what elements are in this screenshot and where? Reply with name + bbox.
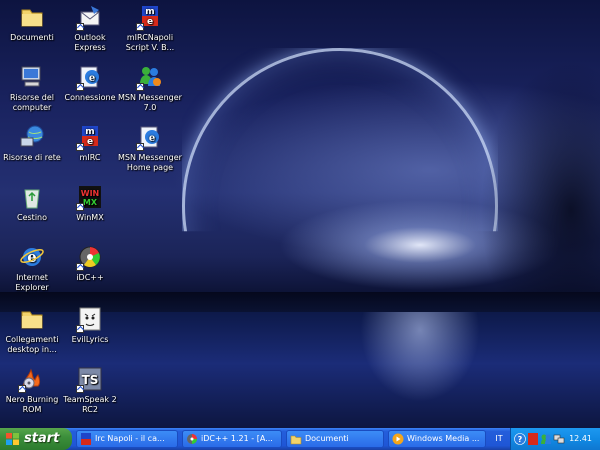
msn-messenger-icon — [136, 64, 163, 91]
shortcut-arrow-icon — [136, 23, 144, 31]
internet-explorer-icon: e — [19, 244, 45, 270]
svg-text:?: ? — [518, 435, 523, 444]
language-indicator[interactable]: IT — [490, 428, 508, 450]
desktop-icon-documenti[interactable]: Documenti — [0, 4, 64, 43]
desktop-icon-collegamenti[interactable]: Collegamenti desktop in... — [0, 306, 64, 355]
idcpp-icon — [187, 434, 197, 444]
shortcut-arrow-icon — [76, 83, 84, 91]
desktop-icon-connessione[interactable]: e Connessione — [58, 64, 122, 103]
taskbar-item-label: Windows Media ... — [407, 434, 480, 443]
connection-icon: e — [76, 64, 103, 91]
recycle-bin-icon — [19, 184, 45, 210]
wallpaper-reflection — [360, 312, 480, 402]
folder-icon — [19, 4, 45, 30]
msn-homepage-icon: e — [136, 124, 163, 151]
svg-text:e: e — [147, 17, 153, 27]
icon-label: Connessione — [64, 93, 116, 102]
icon-label: Risorse del computer — [10, 93, 54, 112]
windows-logo-icon — [6, 433, 19, 445]
desktop-icon-nero[interactable]: Nero Burning ROM — [0, 366, 64, 415]
desktop-icon-risorse-computer[interactable]: Risorse del computer — [0, 64, 64, 113]
icon-label: MSN Messenger 7.0 — [118, 93, 182, 112]
folder-icon — [19, 306, 45, 332]
icon-label: iDC++ — [76, 273, 104, 282]
taskbar-item-label: iDC++ 1.21 - [A... — [201, 434, 273, 443]
start-label: start — [24, 431, 60, 446]
desktop-icon-idcpp[interactable]: iDC++ — [58, 244, 122, 283]
taskbar-item-label: Irc Napoli - il ca... — [95, 434, 165, 443]
svg-text:TS: TS — [82, 373, 99, 387]
desktop-icon-internet-explorer[interactable]: e Internet Explorer — [0, 244, 64, 293]
icon-label: TeamSpeak 2 RC2 — [63, 395, 117, 414]
desktop-icon-evillyrics[interactable]: EvilLyrics — [58, 306, 122, 345]
folder-icon — [290, 435, 302, 445]
taskbar-item-documenti[interactable]: Documenti — [286, 430, 384, 448]
teamspeak-icon: TS — [76, 366, 103, 393]
desktop-icon-msn-messenger[interactable]: MSN Messenger 7.0 — [118, 64, 182, 113]
icon-label: Outlook Express — [74, 33, 106, 52]
icon-label: WinMX — [76, 213, 104, 222]
system-tray: ? 12.41 — [510, 428, 600, 450]
taskbar-item-idcpp[interactable]: iDC++ 1.21 - [A... — [182, 430, 282, 448]
msn-tray-icon[interactable] — [540, 433, 552, 445]
desktop-icon-cestino[interactable]: Cestino — [0, 184, 64, 223]
svg-text:m: m — [145, 7, 154, 17]
svg-text:e: e — [87, 137, 93, 147]
icon-label: EvilLyrics — [71, 335, 109, 344]
svg-text:MX: MX — [83, 198, 98, 207]
shortcut-arrow-icon — [76, 23, 84, 31]
svg-text:m: m — [85, 127, 94, 137]
icon-label: Nero Burning ROM — [5, 395, 59, 414]
start-button[interactable]: start — [0, 428, 72, 450]
svg-text:e: e — [89, 73, 95, 84]
shortcut-arrow-icon — [18, 385, 26, 393]
shortcut-arrow-icon — [76, 143, 84, 151]
taskbar-item-irc-napoli[interactable]: Irc Napoli - il ca... — [76, 430, 178, 448]
shortcut-arrow-icon — [76, 203, 84, 211]
desktop-icon-mircnapoli[interactable]: me mIRCNapoli Script V. B... — [118, 4, 182, 53]
desktop-icon-teamspeak[interactable]: TS TeamSpeak 2 RC2 — [58, 366, 122, 415]
help-icon[interactable]: ? — [514, 433, 526, 445]
icon-label: Collegamenti desktop in... — [5, 335, 59, 354]
desktop-wallpaper: Documenti Risorse del computer Risorse d… — [0, 0, 600, 428]
nero-burning-rom-icon — [18, 366, 45, 393]
shortcut-arrow-icon — [136, 83, 144, 91]
svg-text:WIN: WIN — [81, 189, 100, 198]
network-icon — [19, 124, 45, 150]
desktop-icon-outlook-express[interactable]: Outlook Express — [58, 4, 122, 53]
shortcut-arrow-icon — [76, 385, 84, 393]
wallpaper-tree — [480, 60, 600, 310]
icon-label: Cestino — [17, 213, 47, 222]
mirc-icon: me — [76, 124, 103, 151]
icon-label: mIRCNapoli Script V. B... — [125, 33, 175, 52]
svg-text:e: e — [149, 133, 155, 144]
mirc-tray-icon[interactable] — [527, 433, 539, 445]
evillyrics-icon — [76, 306, 103, 333]
desktop-icon-mirc[interactable]: me mIRC — [58, 124, 122, 163]
shortcut-arrow-icon — [136, 143, 144, 151]
desktop-icon-winmx[interactable]: WIN MX WinMX — [58, 184, 122, 223]
mirc-icon — [81, 433, 91, 445]
icon-label: Internet Explorer — [15, 273, 49, 292]
taskbar-item-windows-media[interactable]: Windows Media ... — [388, 430, 486, 448]
icon-label: Risorse di rete — [3, 153, 61, 162]
idcpp-icon — [76, 244, 103, 271]
winmx-icon: WIN MX — [76, 184, 103, 211]
icon-label: Documenti — [10, 33, 54, 42]
taskbar-item-label: Documenti — [305, 434, 349, 443]
outlook-express-icon — [76, 4, 103, 31]
clock[interactable]: 12.41 — [569, 428, 592, 450]
desktop-icon-msn-homepage[interactable]: e MSN Messenger Home page — [118, 124, 182, 173]
mircnapoli-icon: me — [136, 4, 163, 31]
icon-label: mIRC — [79, 153, 101, 162]
desktop-icon-risorse-rete[interactable]: Risorse di rete — [0, 124, 64, 163]
computer-icon — [19, 64, 45, 90]
taskbar: start Irc Napoli - il ca... iDC++ 1.21 -… — [0, 428, 600, 450]
shortcut-arrow-icon — [76, 325, 84, 333]
shortcut-arrow-icon — [76, 263, 84, 271]
icon-label: MSN Messenger Home page — [118, 153, 182, 172]
network-tray-icon[interactable] — [553, 433, 565, 445]
windows-media-player-icon — [392, 433, 404, 445]
